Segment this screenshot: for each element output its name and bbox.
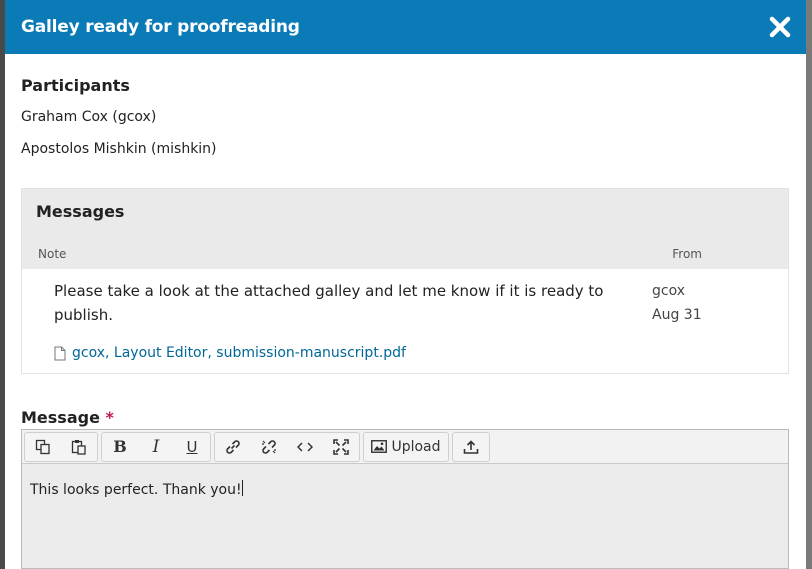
modal-body: Participants Graham Cox (gcox) Apostolos… [5, 54, 806, 569]
message-value: This looks perfect. Thank you! [30, 482, 242, 498]
unlink-button[interactable] [251, 433, 287, 461]
message-date: Aug 31 [652, 307, 702, 323]
text-cursor [241, 480, 243, 496]
underline-icon: U [186, 437, 198, 456]
upload-icon [463, 439, 479, 454]
participant-item: Apostolos Mishkin (mishkin) [21, 141, 217, 157]
message-label-text: Message [21, 408, 100, 427]
bold-button[interactable]: B [102, 433, 138, 461]
copy-icon [35, 439, 50, 454]
column-note: Note [38, 247, 67, 261]
italic-button[interactable]: I [138, 433, 174, 461]
message-editor[interactable]: B I U Upload This looks perfect. Thank y… [21, 429, 789, 569]
editor-toolbar: B I U Upload [22, 430, 788, 464]
code-icon [297, 441, 313, 452]
underline-button[interactable]: U [174, 433, 210, 461]
unlink-icon [262, 439, 276, 454]
column-from: From [672, 247, 702, 261]
close-button[interactable] [766, 13, 794, 41]
message-meta: gcox Aug 31 [652, 279, 702, 361]
messages-panel: Messages Note From Please take a look at… [21, 188, 789, 374]
attachment-link[interactable]: gcox, Layout Editor, submission-manuscri… [54, 345, 634, 361]
copy-button[interactable] [25, 433, 61, 461]
link-icon [226, 439, 240, 454]
participant-item: Graham Cox (gcox) [21, 109, 157, 125]
fullscreen-icon [333, 438, 349, 455]
required-mark: * [105, 408, 114, 427]
upload-label: Upload [391, 438, 441, 455]
participants-title: Participants [21, 76, 130, 95]
code-button[interactable] [287, 433, 323, 461]
close-icon [769, 16, 791, 38]
modal-title: Galley ready for proofreading [21, 17, 300, 37]
file-upload-button[interactable] [453, 433, 489, 461]
file-icon [54, 346, 66, 360]
paste-icon [71, 439, 86, 455]
fullscreen-button[interactable] [323, 433, 359, 461]
attachment-label[interactable]: gcox, Layout Editor, submission-manuscri… [72, 345, 406, 361]
link-button[interactable] [215, 433, 251, 461]
italic-icon: I [152, 436, 160, 457]
message-from: gcox [652, 283, 686, 299]
image-icon [371, 440, 388, 453]
paste-button[interactable] [61, 433, 97, 461]
message-field-label: Message * [21, 408, 790, 427]
message-row: Please take a look at the attached galle… [22, 269, 788, 373]
messages-column-headers: Note From [22, 227, 788, 269]
message-textarea[interactable]: This looks perfect. Thank you! [22, 464, 788, 514]
modal-dialog: Galley ready for proofreading Participan… [5, 0, 806, 569]
messages-title: Messages [36, 202, 125, 221]
bold-icon: B [113, 437, 127, 456]
upload-image-button[interactable]: Upload [364, 433, 448, 461]
message-text: Please take a look at the attached galle… [54, 282, 604, 324]
modal-header: Galley ready for proofreading [5, 0, 806, 54]
